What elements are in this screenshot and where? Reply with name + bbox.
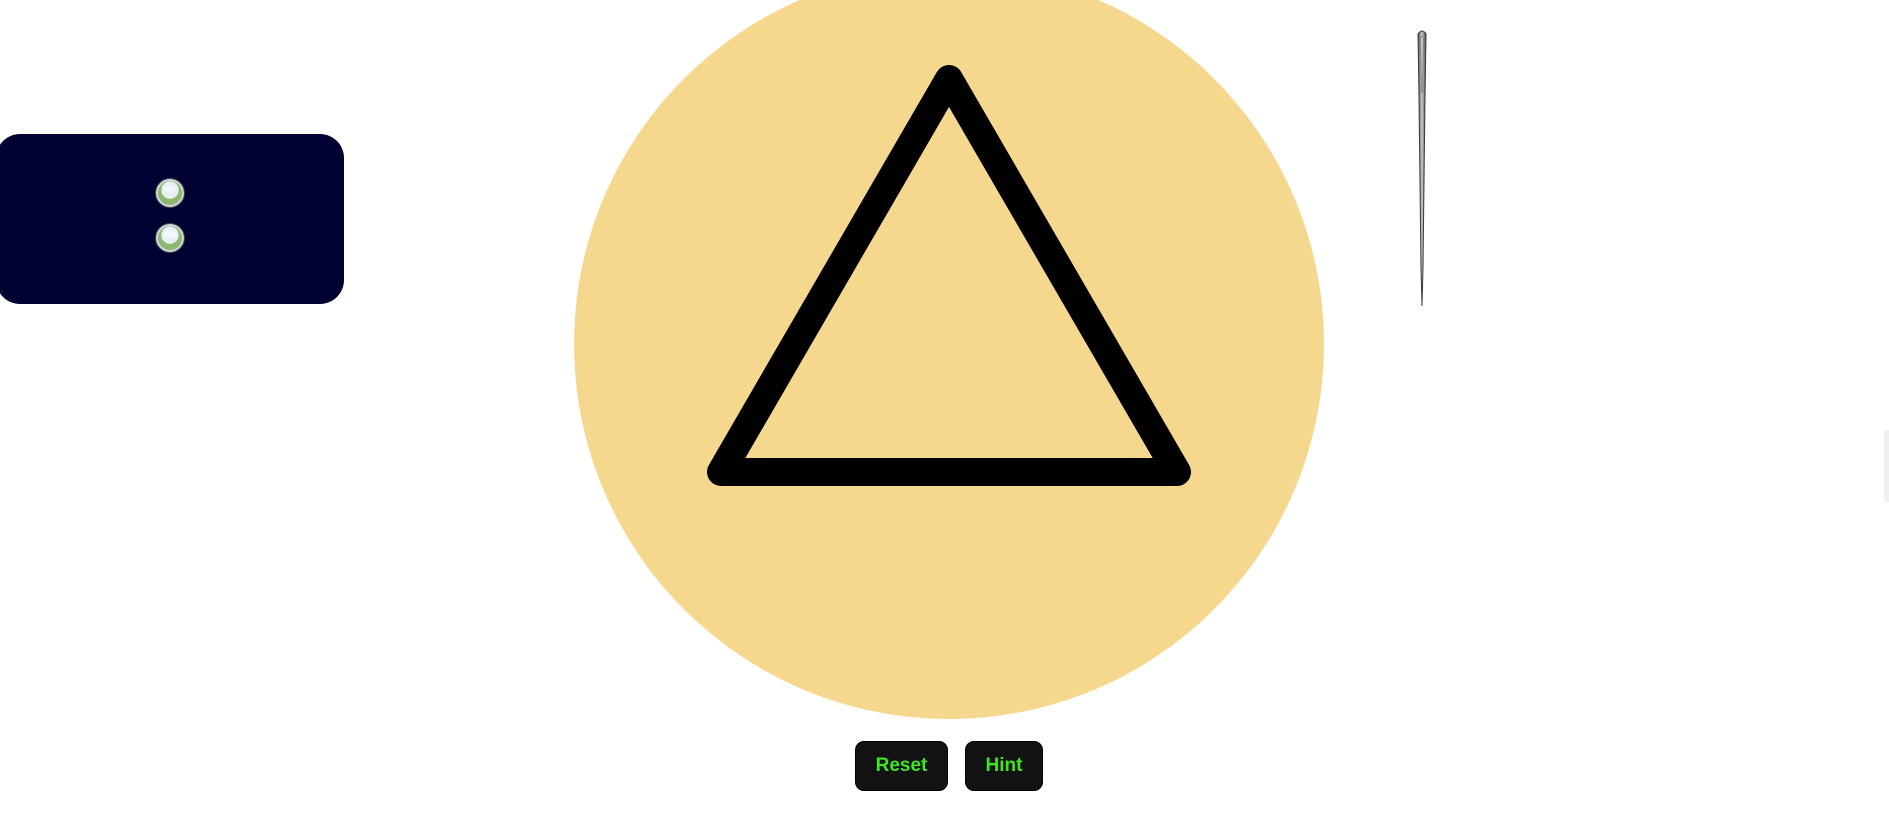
needle-icon[interactable]: [1410, 28, 1434, 308]
option-marble-icon-1[interactable]: [156, 179, 184, 207]
hint-button[interactable]: Hint: [965, 741, 1043, 791]
candy-circle: [574, 0, 1324, 719]
game-stage: Reset Hint: [0, 0, 1889, 816]
candy-board[interactable]: [574, 0, 1324, 719]
option-panel: [0, 134, 344, 304]
reset-button[interactable]: Reset: [855, 741, 948, 791]
edge-handle: [1884, 430, 1889, 502]
option-marble-icon-2[interactable]: [156, 224, 184, 252]
